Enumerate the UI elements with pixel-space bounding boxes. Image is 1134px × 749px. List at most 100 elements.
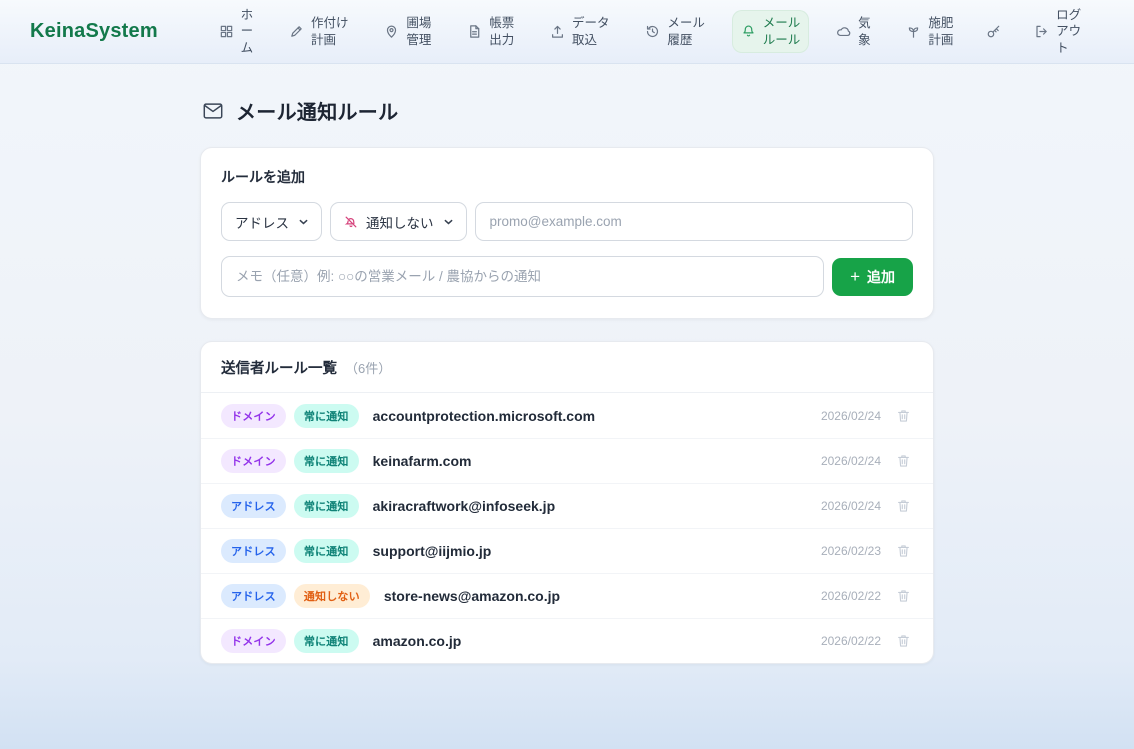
rule-row: ドメイン 常に通知 accountprotection.microsoft.co… xyxy=(201,393,933,438)
rule-date: 2026/02/24 xyxy=(821,454,881,468)
rule-target: amazon.co.jp xyxy=(373,633,462,649)
nav-item-label: 作付け 計画 xyxy=(311,15,349,48)
rule-date: 2026/02/24 xyxy=(821,499,881,513)
rule-type-value: アドレス xyxy=(235,212,289,232)
add-rule-heading: ルールを追加 xyxy=(221,167,913,187)
nav-item-planting-plan[interactable]: 作付け 計画 xyxy=(280,10,358,53)
delete-rule-button[interactable] xyxy=(894,586,913,606)
rule-date: 2026/02/23 xyxy=(821,544,881,558)
upload-icon xyxy=(550,24,565,39)
nav-item-data-import[interactable]: データ 取込 xyxy=(541,10,619,53)
document-icon xyxy=(467,24,482,39)
add-rule-row-2: + 追加 xyxy=(221,256,913,297)
nav-item-field-management[interactable]: 圃場 管理 xyxy=(375,10,440,53)
history-icon xyxy=(645,24,660,39)
trash-icon xyxy=(896,543,911,559)
nav-item-logout[interactable]: ログ アウ ト xyxy=(1025,2,1090,61)
nav-item-mail-history[interactable]: メール 履歴 xyxy=(636,10,714,53)
key-icon xyxy=(986,24,1001,39)
logout-icon xyxy=(1034,24,1049,39)
rule-row: アドレス 常に通知 akiracraftwork@infoseek.jp 202… xyxy=(201,483,933,528)
rule-type-badge: アドレス xyxy=(221,539,286,563)
delete-rule-button[interactable] xyxy=(894,496,913,516)
rule-row: アドレス 通知しない store-news@amazon.co.jp 2026/… xyxy=(201,573,933,618)
nav-item-mail-rules[interactable]: メール ルール xyxy=(732,10,810,53)
sender-rules-header: 送信者ルール一覧 （6件） xyxy=(201,342,933,393)
nav-item-label: ホ ー ム xyxy=(241,7,254,56)
rule-date: 2026/02/22 xyxy=(821,589,881,603)
main-content: メール通知ルール ルールを追加 アドレス 通知しない + 追加 xyxy=(200,64,934,664)
rule-action-badge: 常に通知 xyxy=(294,404,359,428)
rule-target: akiracraftwork@infoseek.jp xyxy=(373,498,556,514)
delete-rule-button[interactable] xyxy=(894,541,913,561)
dashboard-icon xyxy=(219,24,234,39)
add-rule-button[interactable]: + 追加 xyxy=(832,258,913,296)
rule-date: 2026/02/24 xyxy=(821,409,881,423)
rule-action-value: 通知しない xyxy=(366,212,434,232)
rule-row: ドメイン 常に通知 amazon.co.jp 2026/02/22 xyxy=(201,618,933,663)
sender-rules-title: 送信者ルール一覧 xyxy=(221,357,337,378)
envelope-icon xyxy=(202,100,224,122)
brand-logo[interactable]: KeinaSystem xyxy=(30,20,158,43)
delete-rule-button[interactable] xyxy=(894,406,913,426)
rule-type-badge: ドメイン xyxy=(221,404,286,428)
chevron-down-icon xyxy=(444,219,453,225)
map-pin-icon xyxy=(384,24,399,39)
rule-type-badge: アドレス xyxy=(221,494,286,518)
rule-action-badge: 常に通知 xyxy=(294,494,359,518)
rule-memo-input[interactable] xyxy=(221,256,824,297)
nav-item-label: データ 取込 xyxy=(572,15,610,48)
rule-row: ドメイン 常に通知 keinafarm.com 2026/02/24 xyxy=(201,438,933,483)
rule-type-badge: ドメイン xyxy=(221,449,286,473)
add-button-label: 追加 xyxy=(867,267,895,287)
page-title-text: メール通知ルール xyxy=(236,96,398,125)
rule-target: support@iijmio.jp xyxy=(373,543,492,559)
trash-icon xyxy=(896,408,911,424)
plus-icon: + xyxy=(850,268,860,285)
nav-item-label: メール 履歴 xyxy=(667,15,705,48)
delete-rule-button[interactable] xyxy=(894,451,913,471)
nav-item-report-output[interactable]: 帳票 出力 xyxy=(458,10,523,53)
trash-icon xyxy=(896,633,911,649)
rule-action-badge: 常に通知 xyxy=(294,449,359,473)
main-nav: ホ ー ム 作付け 計画 圃場 管理 帳票 出力 データ 取込 メール 履歴 メ… xyxy=(192,2,1108,61)
rule-type-badge: ドメイン xyxy=(221,629,286,653)
sender-rules-card: 送信者ルール一覧 （6件） ドメイン 常に通知 accountprotectio… xyxy=(200,341,934,664)
nav-item-home[interactable]: ホ ー ム xyxy=(210,2,263,61)
app-header: KeinaSystem ホ ー ム 作付け 計画 圃場 管理 帳票 出力 データ… xyxy=(0,0,1134,64)
nav-item-label: 施肥 計画 xyxy=(928,15,953,48)
rule-action-badge: 常に通知 xyxy=(294,539,359,563)
sprout-icon xyxy=(906,24,921,39)
bell-off-icon xyxy=(344,215,358,229)
nav-item-label: 気 象 xyxy=(858,15,871,48)
bell-icon xyxy=(741,24,756,39)
nav-item-label: 帳票 出力 xyxy=(489,15,514,48)
rule-type-select[interactable]: アドレス xyxy=(221,202,322,241)
nav-item-password-key[interactable] xyxy=(980,19,1007,44)
chevron-down-icon xyxy=(299,219,308,225)
cloud-icon xyxy=(836,24,851,39)
nav-item-fertilizer-plan[interactable]: 施肥 計画 xyxy=(897,10,962,53)
rule-action-badge: 常に通知 xyxy=(294,629,359,653)
pencil-icon xyxy=(289,24,304,39)
rule-target: accountprotection.microsoft.com xyxy=(373,408,595,424)
rule-target: store-news@amazon.co.jp xyxy=(384,588,560,604)
trash-icon xyxy=(896,498,911,514)
rule-target-input[interactable] xyxy=(475,202,914,241)
trash-icon xyxy=(896,453,911,469)
rule-type-badge: アドレス xyxy=(221,584,286,608)
rule-row: アドレス 常に通知 support@iijmio.jp 2026/02/23 xyxy=(201,528,933,573)
rule-target: keinafarm.com xyxy=(373,453,472,469)
nav-item-weather[interactable]: 気 象 xyxy=(827,10,880,53)
sender-rules-count: （6件） xyxy=(345,358,391,377)
page-title: メール通知ルール xyxy=(202,96,934,125)
rule-action-badge: 通知しない xyxy=(294,584,370,608)
trash-icon xyxy=(896,588,911,604)
rule-date: 2026/02/22 xyxy=(821,634,881,648)
add-rule-row-1: アドレス 通知しない xyxy=(221,202,913,241)
nav-item-label: ログ アウ ト xyxy=(1056,7,1081,56)
delete-rule-button[interactable] xyxy=(894,631,913,651)
nav-item-label: メール ルール xyxy=(763,15,801,48)
nav-item-label: 圃場 管理 xyxy=(406,15,431,48)
rule-action-select[interactable]: 通知しない xyxy=(330,202,467,241)
